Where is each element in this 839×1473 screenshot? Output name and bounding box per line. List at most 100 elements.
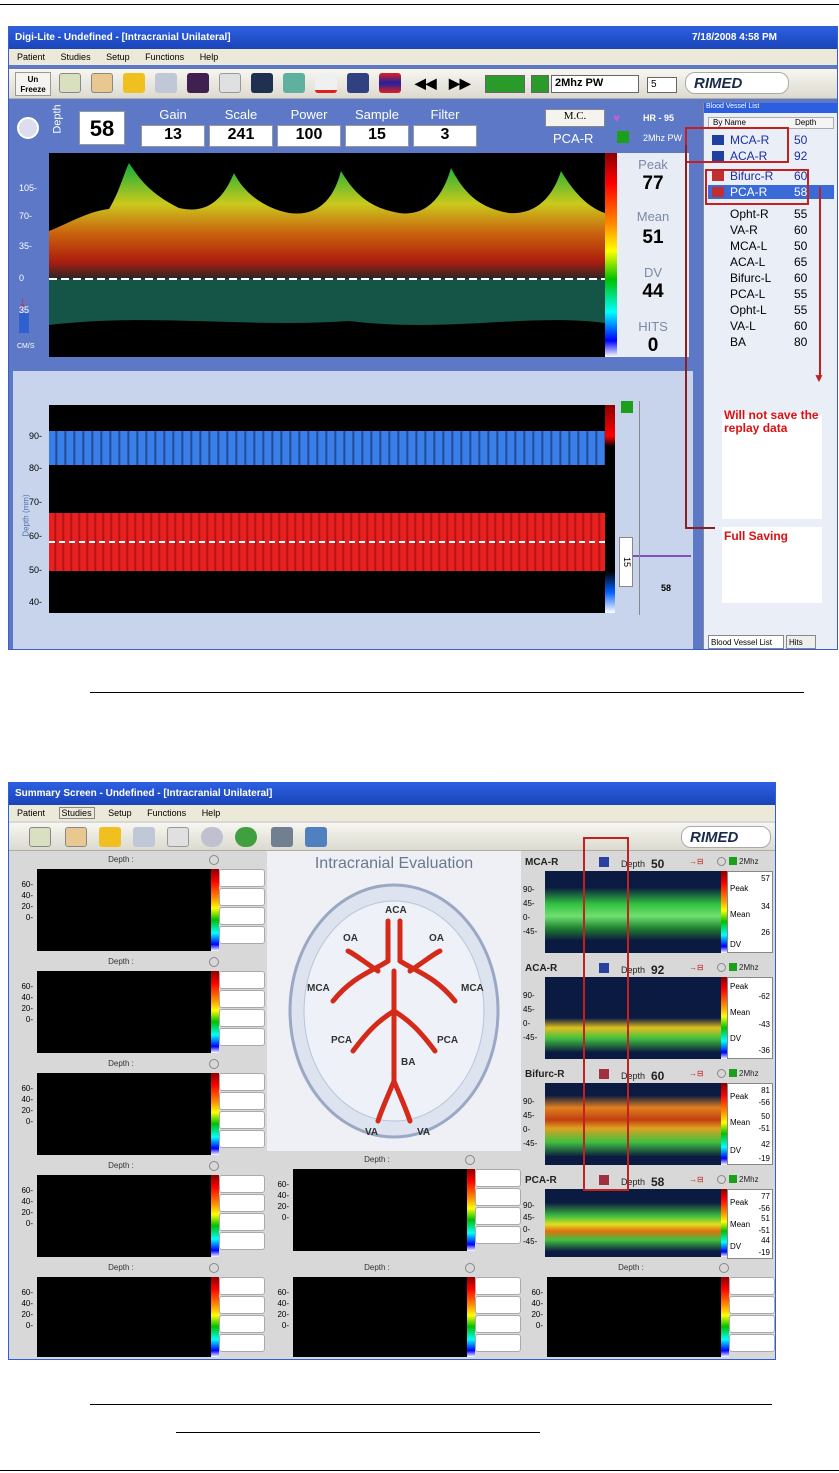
tab-blood-vessel-list[interactable]: Blood Vessel List	[708, 635, 784, 649]
refresh-icon[interactable]	[17, 117, 39, 139]
sound-icon[interactable]	[465, 1263, 475, 1273]
vessel-tile-bifurc-r[interactable]: Bifurc-R Depth 60 →⊟ 2Mhz 90- 45- 0- -45…	[523, 1065, 775, 1169]
rewind-icon[interactable]: ◀◀	[415, 75, 437, 92]
vessel-row[interactable]: Bifurc-L 60	[708, 271, 834, 285]
sound-icon[interactable]	[717, 1069, 726, 1078]
sound-icon[interactable]	[465, 1155, 475, 1165]
print-icon[interactable]	[133, 827, 155, 847]
doppler-spectrum[interactable]	[49, 153, 605, 357]
mc-button[interactable]: M.C.	[545, 109, 605, 127]
vessel-row[interactable]: ACA-L 65	[708, 255, 834, 269]
menu-functions[interactable]: Functions	[143, 52, 186, 62]
gain-value[interactable]: 13	[141, 125, 205, 147]
vessel-name: PCA-L	[730, 287, 766, 301]
mmode-icon[interactable]	[379, 73, 401, 93]
print-icon[interactable]	[155, 73, 177, 93]
empty-tile[interactable]: Depth : 60- 40- 20- 0-	[13, 1161, 265, 1261]
sound-icon[interactable]	[209, 1059, 219, 1069]
color-select[interactable]	[485, 75, 525, 93]
scale-value[interactable]: 241	[209, 125, 273, 147]
menu-patient[interactable]: Patient	[15, 808, 47, 818]
mmode-display[interactable]	[49, 405, 605, 613]
settings-icon[interactable]	[167, 827, 189, 847]
brain-diagram[interactable]	[283, 881, 505, 1147]
sample-label: Sample	[354, 107, 400, 122]
vessel-row[interactable]: BA 80	[708, 335, 834, 349]
depth-label: Depth :	[108, 855, 134, 864]
spectrum-icon[interactable]	[347, 73, 369, 93]
vessel-row[interactable]: VA-L 60	[708, 319, 834, 333]
grid-icon[interactable]	[251, 73, 273, 93]
empty-tile[interactable]: Depth : 60- 40- 20- 0-	[523, 1263, 775, 1359]
vessel-row[interactable]: PCA-L 55	[708, 287, 834, 301]
patient-icon[interactable]	[65, 827, 87, 847]
probe-arrow-icon: →⊟	[689, 963, 704, 972]
sound-icon[interactable]	[717, 963, 726, 972]
vessel-depth: 60	[794, 223, 808, 237]
depth-label: Depth :	[108, 1263, 134, 1272]
monitor-icon[interactable]	[305, 827, 327, 847]
settings-icon[interactable]	[219, 73, 241, 93]
gate-size[interactable]: 15	[619, 537, 633, 587]
col-name[interactable]: By Name	[713, 118, 746, 127]
menu-studies[interactable]: Studies	[59, 52, 93, 62]
forward-icon[interactable]: ▶▶	[449, 75, 471, 92]
menu-patient[interactable]: Patient	[15, 52, 47, 62]
power-value[interactable]: 100	[277, 125, 341, 147]
report-icon[interactable]	[59, 73, 81, 93]
axis-tick: 45-	[523, 1111, 535, 1120]
sound-icon[interactable]	[209, 1161, 219, 1171]
sound-icon[interactable]	[717, 1175, 726, 1184]
sound-icon[interactable]	[209, 957, 219, 967]
tab-hits[interactable]: Hits	[786, 635, 816, 649]
open-folder-icon[interactable]	[99, 827, 121, 847]
col-depth[interactable]: Depth	[795, 118, 816, 127]
empty-tile[interactable]: Depth : 60- 40- 20- 0-	[13, 855, 265, 955]
vessel-row[interactable]: MCA-L 50	[708, 239, 834, 253]
patient-icon[interactable]	[91, 73, 113, 93]
vessel-row[interactable]: VA-R 60	[708, 223, 834, 237]
save-icon[interactable]	[271, 827, 293, 847]
empty-tile[interactable]: Depth : 60- 40- 20- 0-	[269, 1263, 521, 1359]
window-title: Digi-Lite - Undefined - [Intracranial Un…	[15, 32, 231, 43]
vessel-tile-pca-r[interactable]: PCA-R Depth 58 →⊟ 2Mhz 90- 45- 0- -45- 7…	[523, 1171, 775, 1261]
menu-setup[interactable]: Setup	[104, 52, 132, 62]
refresh-icon[interactable]	[235, 827, 257, 847]
vessel-row[interactable]: Opht-R 55	[708, 207, 834, 221]
menu-help[interactable]: Help	[198, 52, 221, 62]
sound-icon[interactable]	[717, 857, 726, 866]
vessel-tile-mca-r[interactable]: MCA-R Depth 50 →⊟ 2Mhz 90- 45- 0- -45- 5…	[523, 853, 775, 957]
arrow-icon[interactable]	[283, 73, 305, 93]
filter-value[interactable]: 3	[413, 125, 477, 147]
tile-display	[37, 1277, 211, 1357]
unfreeze-button[interactable]: Un Freeze	[15, 72, 51, 96]
empty-tile[interactable]: Depth : 60- 40- 20- 0-	[13, 1059, 265, 1159]
display-icon[interactable]	[187, 73, 209, 93]
empty-tile[interactable]: Depth : 60- 40- 20- 0-	[269, 1155, 521, 1255]
open-folder-icon[interactable]	[123, 73, 145, 93]
probe-arrow-icon: →⊟	[689, 1175, 704, 1184]
empty-tile[interactable]: Depth : 60- 40- 20- 0-	[13, 957, 265, 1057]
vessel-tile-aca-r[interactable]: ACA-R Depth 92 →⊟ 2Mhz 90- 45- 0- -45- P…	[523, 959, 775, 1063]
probe-select[interactable]: 2Mhz PW	[551, 75, 639, 93]
direction-arrow-icon: ↓	[19, 293, 26, 309]
saved-icons-highlight-box	[583, 837, 629, 1191]
menu-studies[interactable]: Studies	[58, 807, 95, 819]
empty-tile[interactable]: Depth : 60- 40- 20- 0-	[13, 1263, 265, 1359]
gain-select[interactable]: 5	[647, 77, 677, 93]
depth-marker-line	[633, 555, 691, 557]
sound-icon[interactable]	[719, 1263, 729, 1273]
vessel-row[interactable]: Opht-L 55	[708, 303, 834, 317]
sound-icon[interactable]	[209, 855, 219, 865]
sound-icon[interactable]	[209, 1263, 219, 1273]
search-icon[interactable]	[201, 827, 223, 847]
vessel-name: ACA-L	[730, 255, 766, 269]
pen-icon[interactable]	[315, 73, 337, 93]
depth-value[interactable]: 58	[79, 111, 125, 145]
menu-functions[interactable]: Functions	[145, 808, 188, 818]
report-icon[interactable]	[29, 827, 51, 847]
sample-value[interactable]: 15	[345, 125, 409, 147]
menu-setup[interactable]: Setup	[106, 808, 134, 818]
axis-tick: 90-	[523, 1097, 535, 1106]
menu-help[interactable]: Help	[200, 808, 223, 818]
